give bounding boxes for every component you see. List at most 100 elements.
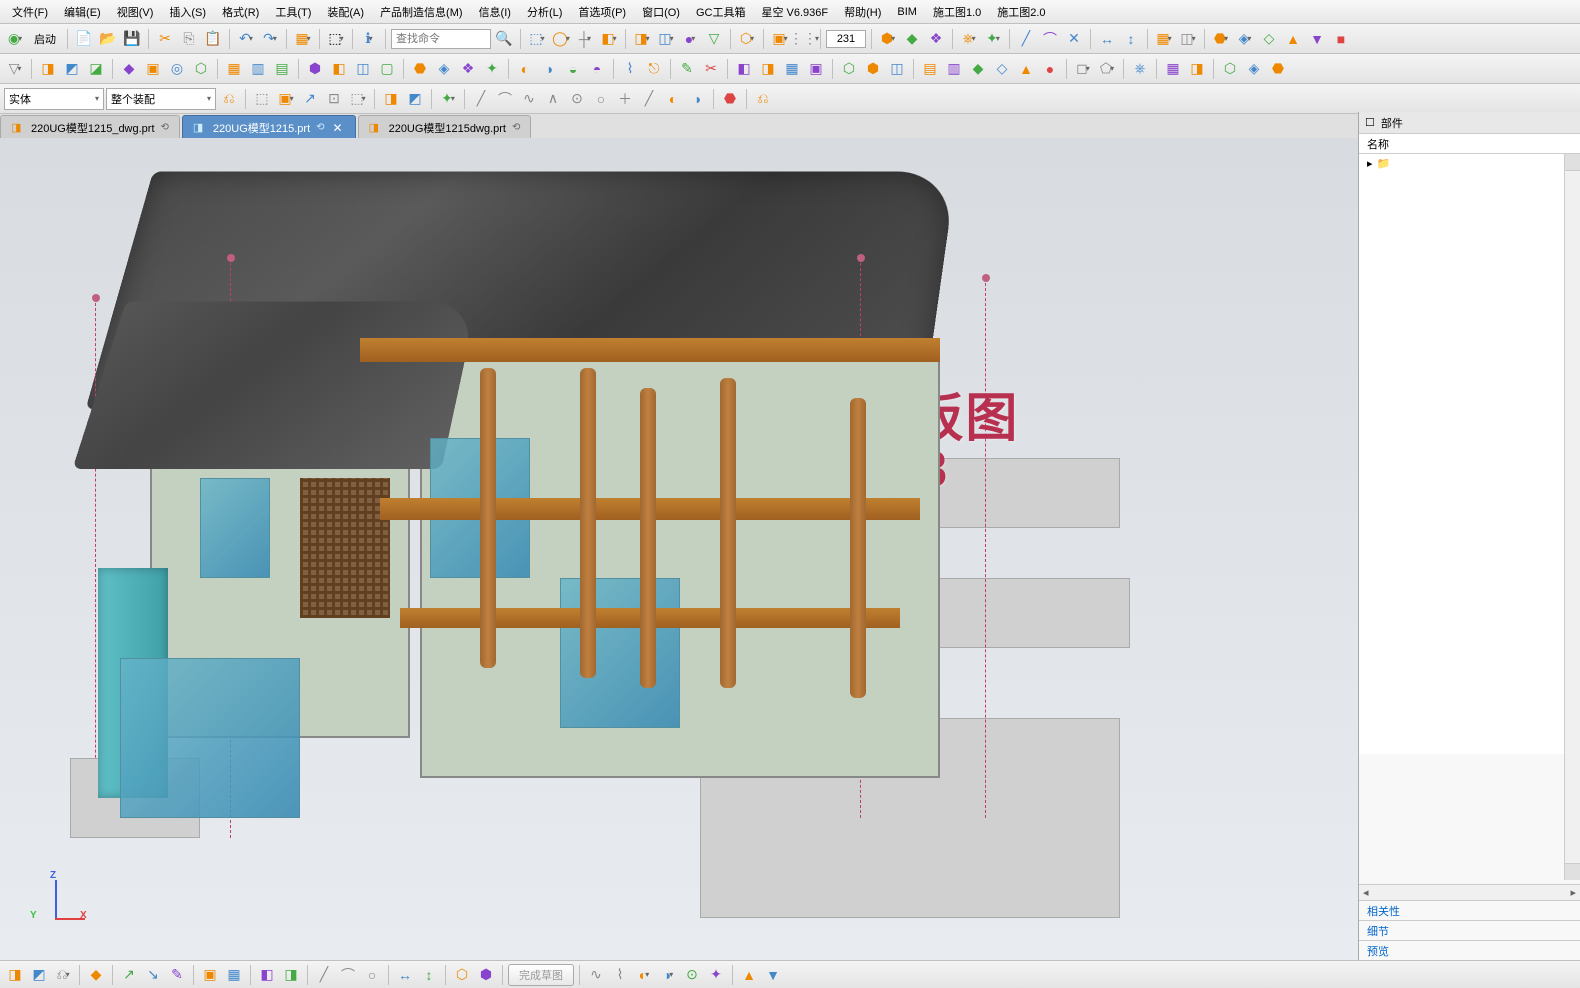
t2-ee-icon[interactable]: ▣ xyxy=(805,58,827,80)
tree-root[interactable]: ▸ 📁 xyxy=(1359,154,1580,172)
menu-analysis[interactable]: 分析(L) xyxy=(519,1,570,23)
b-o-icon[interactable]: ↔ xyxy=(394,964,416,986)
t2-i-icon[interactable]: ▦ xyxy=(223,58,245,80)
menu-format[interactable]: 格式(R) xyxy=(214,1,267,23)
t2-pp-icon[interactable]: ⬠ xyxy=(1096,58,1118,80)
checkbox-icon[interactable]: ☐ xyxy=(1365,116,1375,129)
t2-p-icon[interactable]: ⬣ xyxy=(409,58,431,80)
scroll-left-icon[interactable]: ◂ xyxy=(1359,886,1373,899)
tab-2[interactable]: ◨ 220UG模型1215dwg.prt ⟲ xyxy=(358,115,532,139)
menu-construct2[interactable]: 施工图2.0 xyxy=(989,1,1053,23)
b-n-icon[interactable]: ○ xyxy=(361,964,383,986)
t2-dd-icon[interactable]: ▦ xyxy=(781,58,803,80)
t2-kk-icon[interactable]: ◆ xyxy=(967,58,989,80)
tool-e-icon[interactable]: ✦ xyxy=(982,28,1004,50)
new-icon[interactable]: 📄 xyxy=(73,28,95,50)
t2-s-icon[interactable]: ✦ xyxy=(481,58,503,80)
assembly-scope-select[interactable]: 整个装配 xyxy=(106,88,216,110)
block-icon[interactable]: ◧ xyxy=(598,28,620,50)
t2-x-icon[interactable]: ⌇ xyxy=(619,58,641,80)
t2-z-icon[interactable]: ✎ xyxy=(676,58,698,80)
b-w-icon[interactable]: ⊙ xyxy=(681,964,703,986)
start-button[interactable]: ◉ xyxy=(4,28,26,50)
t2-t-icon[interactable]: ◐ xyxy=(514,58,536,80)
arc-icon[interactable]: ⌒ xyxy=(1039,28,1061,50)
t2-u-icon[interactable]: ◑ xyxy=(538,58,560,80)
panel-link-detail[interactable]: 细节 xyxy=(1359,920,1580,940)
panel-link-preview[interactable]: 预览 xyxy=(1359,940,1580,960)
t2-ii-icon[interactable]: ▤ xyxy=(919,58,941,80)
pattern-icon[interactable]: ⋮⋮ xyxy=(793,28,815,50)
save-icon[interactable]: 💾 xyxy=(121,28,143,50)
menu-info[interactable]: 信息(I) xyxy=(471,1,519,23)
b-d-icon[interactable]: ◆ xyxy=(85,964,107,986)
tool-c-icon[interactable]: ❖ xyxy=(925,28,947,50)
menu-window[interactable]: 窗口(O) xyxy=(634,1,688,23)
expand-icon[interactable]: ▸ xyxy=(1367,157,1373,170)
t3-l-icon[interactable]: ∿ xyxy=(518,88,540,110)
asm-d-icon[interactable]: ▲ xyxy=(1282,28,1304,50)
t2-hh-icon[interactable]: ◫ xyxy=(886,58,908,80)
t3-h-icon[interactable]: ◩ xyxy=(404,88,426,110)
b-h-icon[interactable]: ▣ xyxy=(199,964,221,986)
t2-oo-icon[interactable]: ◻ xyxy=(1072,58,1094,80)
b-j-icon[interactable]: ◧ xyxy=(256,964,278,986)
t2-gg-icon[interactable]: ⬢ xyxy=(862,58,884,80)
t3-m-icon[interactable]: ∧ xyxy=(542,88,564,110)
view-layers-icon[interactable]: ▦ xyxy=(292,28,314,50)
b-l-icon[interactable]: ╱ xyxy=(313,964,335,986)
scroll-right-icon[interactable]: ▸ xyxy=(1566,886,1580,899)
t2-h-icon[interactable]: ⬡ xyxy=(190,58,212,80)
cylinder-icon[interactable]: ◫ xyxy=(655,28,677,50)
menu-starsky[interactable]: 星空 V6.936F xyxy=(753,1,836,23)
b-z-icon[interactable]: ▼ xyxy=(762,964,784,986)
cut-icon[interactable]: ✂ xyxy=(154,28,176,50)
t2-k-icon[interactable]: ▤ xyxy=(271,58,293,80)
b-s-icon[interactable]: ∿ xyxy=(585,964,607,986)
restore-icon[interactable]: ⟲ xyxy=(316,122,324,133)
t3-j-icon[interactable]: ╱ xyxy=(470,88,492,110)
b-c-icon[interactable]: ⎌ xyxy=(52,964,74,986)
paste-icon[interactable]: 📋 xyxy=(202,28,224,50)
box-icon[interactable]: ▦ xyxy=(1153,28,1175,50)
t2-b-icon[interactable]: ◨ xyxy=(37,58,59,80)
tab-0[interactable]: ◨ 220UG模型1215_dwg.prt ⟲ xyxy=(0,115,180,139)
number-input[interactable] xyxy=(826,30,866,48)
menu-assembly[interactable]: 装配(A) xyxy=(319,1,372,23)
search-icon[interactable]: 🔍 xyxy=(493,28,515,50)
b-b-icon[interactable]: ◩ xyxy=(28,964,50,986)
t2-a-icon[interactable]: ▽ xyxy=(4,58,26,80)
menu-preferences[interactable]: 首选项(P) xyxy=(570,1,634,23)
cube-icon[interactable]: ◨ xyxy=(631,28,653,50)
undo-icon[interactable]: ↶ xyxy=(235,28,257,50)
t2-nn-icon[interactable]: ● xyxy=(1039,58,1061,80)
asm-c-icon[interactable]: ◇ xyxy=(1258,28,1280,50)
t2-v-icon[interactable]: ◒ xyxy=(562,58,584,80)
command-finder-input[interactable] xyxy=(391,29,491,49)
menu-file[interactable]: 文件(F) xyxy=(4,1,56,23)
t3-c-icon[interactable]: ▣ xyxy=(275,88,297,110)
t3-g-icon[interactable]: ◨ xyxy=(380,88,402,110)
restore-icon[interactable]: ⟲ xyxy=(512,122,520,133)
info-icon[interactable]: ℹ xyxy=(358,28,380,50)
t2-mm-icon[interactable]: ▲ xyxy=(1015,58,1037,80)
b-g-icon[interactable]: ✎ xyxy=(166,964,188,986)
t3-q-icon[interactable]: ╱ xyxy=(638,88,660,110)
t2-r-icon[interactable]: ❖ xyxy=(457,58,479,80)
t2-j-icon[interactable]: ▥ xyxy=(247,58,269,80)
close-icon[interactable]: ✕ xyxy=(331,121,345,135)
open-icon[interactable]: 📂 xyxy=(97,28,119,50)
asm-e-icon[interactable]: ▼ xyxy=(1306,28,1328,50)
t3-a-icon[interactable]: ⎌ xyxy=(218,88,240,110)
t2-q-icon[interactable]: ◈ xyxy=(433,58,455,80)
t2-bb-icon[interactable]: ◧ xyxy=(733,58,755,80)
t2-g-icon[interactable]: ◎ xyxy=(166,58,188,80)
line-icon[interactable]: ╱ xyxy=(1015,28,1037,50)
horizontal-scrollbar[interactable]: ◂ ▸ xyxy=(1359,884,1580,900)
t2-rr-icon[interactable]: ▦ xyxy=(1162,58,1184,80)
menu-construct1[interactable]: 施工图1.0 xyxy=(925,1,989,23)
cone-icon[interactable]: ▽ xyxy=(703,28,725,50)
dim-h-icon[interactable]: ↔ xyxy=(1096,28,1118,50)
b-x-icon[interactable]: ✦ xyxy=(705,964,727,986)
menu-view[interactable]: 视图(V) xyxy=(109,1,162,23)
